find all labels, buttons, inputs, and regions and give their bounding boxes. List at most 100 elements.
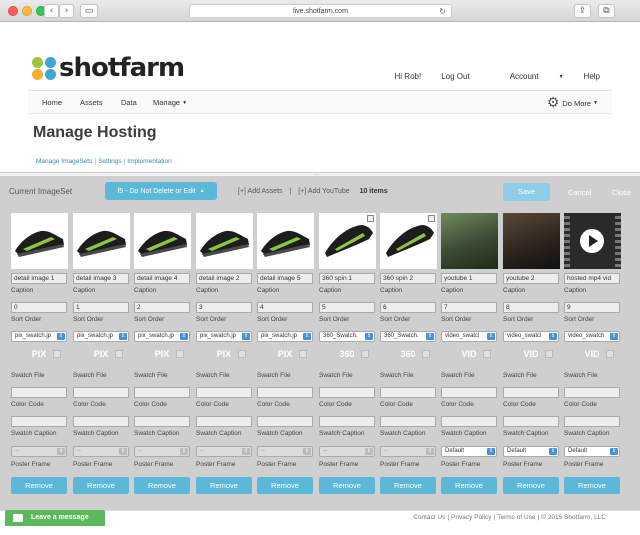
swatch-checkbox[interactable] [483,350,491,358]
poster-frame-select[interactable]: -- ⇕ [380,446,436,457]
account-menu[interactable]: Account ▼ [490,72,564,81]
swatch-file-select[interactable]: 360_Swatch. ⇕ [380,331,436,342]
poster-frame-select[interactable]: Default ⇕ [503,446,559,457]
image-thumbnail[interactable] [196,213,253,269]
close-window-button[interactable] [8,6,18,16]
color-code-input[interactable] [11,387,67,398]
caption-input[interactable]: detail image 2 [196,273,252,284]
remove-button[interactable]: Remove [73,477,129,494]
swatch-file-select[interactable]: pix_swatch.jp ⇕ [134,331,190,342]
leave-message-button[interactable]: Leave a message [5,510,105,526]
do-more-menu[interactable]: ⚙ Do More ▼ [547,95,598,111]
remove-button[interactable]: Remove [503,477,559,494]
remove-button[interactable]: Remove [257,477,313,494]
sort-order-input[interactable]: 5 [319,302,375,313]
contact-us-link[interactable]: Contact Us [413,514,445,521]
swatch-file-select[interactable]: 360_Swatch. ⇕ [319,331,375,342]
swatch-file-select[interactable]: video_swatcl ⇕ [441,331,497,342]
forward-icon[interactable]: › [59,4,74,18]
sort-order-input[interactable]: 3 [196,302,252,313]
swatch-file-select[interactable]: pix_swatch.jp ⇕ [73,331,129,342]
reload-icon[interactable]: ↻ [439,5,446,18]
tabs-icon[interactable]: ⧉ [598,4,615,18]
help-link[interactable]: Help [584,72,600,81]
image-thumbnail[interactable] [257,213,314,269]
swatch-file-select[interactable]: video_swatcl ⇕ [503,331,559,342]
caption-input[interactable]: 360 spin 1 [319,273,375,284]
swatch-caption-input[interactable] [257,416,313,427]
image-thumbnail[interactable] [11,213,68,269]
subnav-implementation[interactable]: Implementation [127,158,171,165]
caption-input[interactable]: detail image 1 [11,273,67,284]
swatch-caption-input[interactable] [564,416,620,427]
swatch-checkbox[interactable] [299,350,307,358]
caption-input[interactable]: youtube 2 [503,273,559,284]
swatch-caption-input[interactable] [73,416,129,427]
swatch-file-select[interactable]: pix_swatch.jp ⇕ [257,331,313,342]
cancel-button[interactable]: Cancel [568,188,591,197]
minimize-window-button[interactable] [22,6,32,16]
logout-link[interactable]: Log Out [441,72,469,81]
swatch-file-select[interactable]: video_swatch ⇕ [564,331,620,342]
video-thumbnail[interactable] [441,213,498,269]
remove-button[interactable]: Remove [319,477,375,494]
play-icon[interactable] [580,229,604,253]
remove-button[interactable]: Remove [564,477,620,494]
caption-input[interactable]: youtube 1 [441,273,497,284]
subnav-settings[interactable]: Settings [98,158,122,165]
color-code-input[interactable] [441,387,497,398]
nav-home[interactable]: Home [42,98,62,107]
privacy-policy-link[interactable]: Privacy Policy [451,514,491,521]
swatch-caption-input[interactable] [134,416,190,427]
sort-order-input[interactable]: 4 [257,302,313,313]
add-assets-link[interactable]: [+] Add Assets [238,188,283,195]
swatch-checkbox[interactable] [361,350,369,358]
poster-frame-select[interactable]: -- ⇕ [134,446,190,457]
swatch-checkbox[interactable] [422,350,430,358]
swatch-checkbox[interactable] [545,350,553,358]
swatch-caption-input[interactable] [441,416,497,427]
image-thumbnail[interactable] [319,213,376,269]
poster-frame-select[interactable]: Default ⇕ [564,446,620,457]
sort-order-input[interactable]: 6 [380,302,436,313]
shotfarm-logo[interactable]: shotfarm [32,53,185,83]
sort-order-input[interactable]: 7 [441,302,497,313]
subnav-manage-imagesets[interactable]: Manage ImageSets [36,158,92,165]
caption-input[interactable]: detail image 5 [257,273,313,284]
poster-frame-select[interactable]: -- ⇕ [319,446,375,457]
swatch-caption-input[interactable] [319,416,375,427]
sort-order-input[interactable]: 2 [134,302,190,313]
video-thumbnail[interactable] [564,213,621,269]
swatch-caption-input[interactable] [503,416,559,427]
image-thumbnail[interactable] [134,213,191,269]
address-bar[interactable]: live.shotfarm.com ↻ [189,4,452,18]
color-code-input[interactable] [503,387,559,398]
swatch-checkbox[interactable] [606,350,614,358]
swatch-file-select[interactable]: pix_swatch.jp ⇕ [11,331,67,342]
terms-of-use-link[interactable]: Terms of Use [497,514,535,521]
swatch-caption-input[interactable] [11,416,67,427]
poster-frame-select[interactable]: Default ⇕ [441,446,497,457]
swatch-file-select[interactable]: pix_swatch.jp ⇕ [196,331,252,342]
color-code-input[interactable] [564,387,620,398]
caption-input[interactable]: detail image 3 [73,273,129,284]
color-code-input[interactable] [257,387,313,398]
swatch-checkbox[interactable] [176,350,184,358]
color-code-input[interactable] [196,387,252,398]
caption-input[interactable]: 360 spin 2 [380,273,436,284]
sort-order-input[interactable]: 0 [11,302,67,313]
close-button[interactable]: Close [612,188,631,197]
remove-button[interactable]: Remove [441,477,497,494]
remove-button[interactable]: Remove [134,477,190,494]
sort-order-input[interactable]: 1 [73,302,129,313]
color-code-input[interactable] [319,387,375,398]
poster-frame-select[interactable]: -- ⇕ [257,446,313,457]
back-icon[interactable]: ‹ [44,4,59,18]
imageset-select[interactable]: f5 - Do Not Delete or Edit ▲ [105,182,217,200]
nav-manage[interactable]: Manage ▼ [153,98,187,107]
color-code-input[interactable] [73,387,129,398]
swatch-caption-input[interactable] [380,416,436,427]
remove-button[interactable]: Remove [11,477,67,494]
swatch-checkbox[interactable] [238,350,246,358]
video-thumbnail[interactable] [503,213,560,269]
